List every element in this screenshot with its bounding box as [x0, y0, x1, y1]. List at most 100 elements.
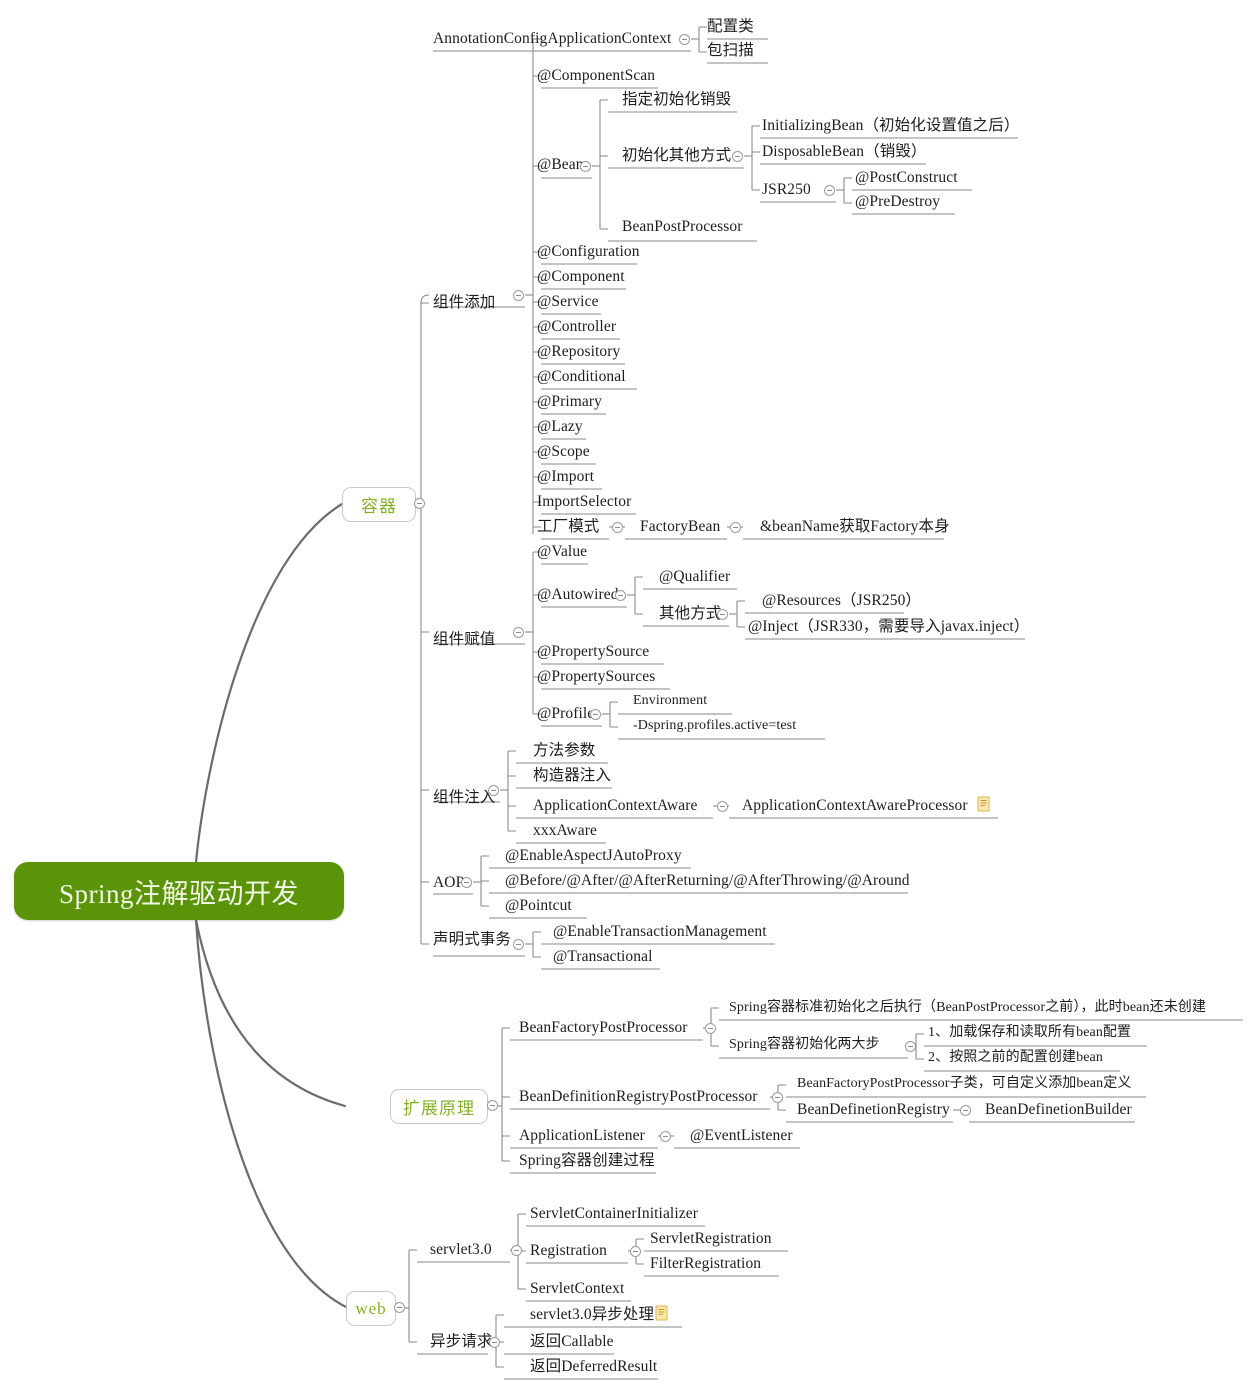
topic-step-2[interactable]: 2、按照之前的配置创建bean: [928, 1051, 1103, 1065]
topic-method-param[interactable]: 方法参数: [533, 743, 595, 759]
topic-enable-transaction-management[interactable]: @EnableTransactionManagement: [553, 924, 767, 940]
toggle-component-add[interactable]: [513, 290, 524, 301]
branch-node-extension[interactable]: 扩展原理: [390, 1089, 488, 1124]
toggle-bean[interactable]: [580, 161, 591, 172]
toggle-container-init-two-steps[interactable]: [905, 1041, 916, 1052]
topic-servlet3-async-handling[interactable]: servlet3.0异步处理: [530, 1307, 654, 1323]
topic-component-inject[interactable]: 组件注入: [433, 790, 495, 806]
topic-pointcut[interactable]: @Pointcut: [505, 898, 572, 914]
topic-postconstruct[interactable]: @PostConstruct: [855, 170, 958, 186]
topic-initializing-bean[interactable]: InitializingBean（初始化设置值之后）: [762, 118, 1019, 134]
topic-xxx-aware[interactable]: xxxAware: [533, 823, 597, 839]
topic-predestroy[interactable]: @PreDestroy: [855, 194, 940, 210]
toggle-container[interactable]: [414, 498, 425, 509]
topic-spring-container-create-process[interactable]: Spring容器创建过程: [519, 1153, 655, 1169]
toggle-bdrpp[interactable]: [772, 1092, 783, 1103]
topic-autowired[interactable]: @Autowired: [537, 587, 619, 603]
toggle-web[interactable]: [394, 1302, 405, 1313]
topic-bean-factory-post-processor[interactable]: BeanFactoryPostProcessor: [519, 1020, 688, 1036]
topic-jsr250[interactable]: JSR250: [762, 182, 811, 198]
toggle-servlet3[interactable]: [511, 1245, 522, 1256]
branch-node-web[interactable]: web: [346, 1291, 396, 1326]
topic-other-ways[interactable]: 其他方式: [659, 606, 721, 622]
topic-property-sources[interactable]: @PropertySources: [537, 669, 655, 685]
toggle-component-inject[interactable]: [488, 785, 499, 796]
topic-transactional[interactable]: @Transactional: [553, 949, 652, 965]
toggle-async-request[interactable]: [489, 1337, 500, 1348]
root-node[interactable]: Spring注解驱动开发: [14, 862, 344, 920]
topic-component[interactable]: @Component: [537, 269, 625, 285]
toggle-component-value[interactable]: [513, 627, 524, 638]
topic-package-scan[interactable]: 包扫描: [707, 43, 754, 59]
topic-primary[interactable]: @Primary: [537, 394, 602, 410]
topic-container-init-two-steps[interactable]: Spring容器初始化两大步: [729, 1038, 880, 1052]
topic-import-selector[interactable]: ImportSelector: [537, 494, 631, 510]
topic-registration[interactable]: Registration: [530, 1243, 607, 1259]
toggle-extension[interactable]: [487, 1100, 498, 1111]
topic-service[interactable]: @Service: [537, 294, 599, 310]
topic-environment[interactable]: Environment: [633, 694, 707, 708]
topic-application-context-aware[interactable]: ApplicationContextAware: [533, 798, 697, 814]
topic-lazy[interactable]: @Lazy: [537, 419, 583, 435]
topic-factory-bean[interactable]: FactoryBean: [640, 519, 720, 535]
toggle-annotation-config[interactable]: [679, 34, 690, 45]
toggle-profile[interactable]: [590, 709, 601, 720]
topic-bean-definition-registry-post-processor[interactable]: BeanDefinitionRegistryPostProcessor: [519, 1089, 758, 1105]
topic-inject-jsr330[interactable]: @Inject（JSR330，需要导入javax.inject）: [748, 619, 1029, 635]
topic-annotation-config-application-context[interactable]: AnnotationConfigApplicationContext: [433, 31, 671, 47]
topic-return-callable[interactable]: 返回Callable: [530, 1334, 614, 1350]
topic-dspring-profiles-active[interactable]: -Dspring.profiles.active=test: [633, 719, 796, 733]
topic-value[interactable]: @Value: [537, 544, 587, 560]
toggle-declarative-transaction[interactable]: [513, 939, 524, 950]
topic-scope[interactable]: @Scope: [537, 444, 590, 460]
toggle-init-other-ways[interactable]: [732, 151, 743, 162]
topic-bean-definition-builder[interactable]: BeanDefinetionBuilder: [985, 1102, 1132, 1118]
topic-declarative-transaction[interactable]: 声明式事务: [433, 932, 511, 948]
topic-return-deferred-result[interactable]: 返回DeferredResult: [530, 1359, 657, 1375]
toggle-other-ways[interactable]: [717, 609, 728, 620]
topic-bean[interactable]: @Bean: [537, 157, 584, 173]
topic-init-other-ways[interactable]: 初始化其他方式: [622, 148, 731, 164]
topic-controller[interactable]: @Controller: [537, 319, 616, 335]
branch-node-container[interactable]: 容器: [342, 487, 416, 522]
topic-servlet-container-initializer[interactable]: ServletContainerInitializer: [530, 1206, 698, 1222]
topic-bean-definition-registry[interactable]: BeanDefinetionRegistry: [797, 1102, 950, 1118]
toggle-factory-bean[interactable]: [730, 522, 741, 533]
topic-bfpp-description[interactable]: Spring容器标准初始化之后执行（BeanPostProcessor之前），此…: [729, 1001, 1206, 1015]
topic-configuration[interactable]: @Configuration: [537, 244, 640, 260]
topic-qualifier[interactable]: @Qualifier: [659, 569, 730, 585]
topic-filter-registration[interactable]: FilterRegistration: [650, 1256, 761, 1272]
topic-event-listener[interactable]: @EventListener: [690, 1128, 793, 1144]
topic-beanname-factory[interactable]: &beanName获取Factory本身: [760, 519, 950, 535]
toggle-autowired[interactable]: [615, 590, 626, 601]
toggle-bean-factory-post-processor[interactable]: [705, 1023, 716, 1034]
topic-component-add[interactable]: 组件添加: [433, 295, 495, 311]
topic-application-listener[interactable]: ApplicationListener: [519, 1128, 645, 1144]
note-icon-servlet3-async[interactable]: [655, 1305, 668, 1321]
topic-async-request[interactable]: 异步请求: [430, 1334, 492, 1350]
topic-resources-jsr250[interactable]: @Resources（JSR250）: [762, 593, 921, 609]
topic-config-class[interactable]: 配置类: [707, 19, 754, 35]
topic-constructor-inject[interactable]: 构造器注入: [533, 768, 611, 784]
topic-servlet3[interactable]: servlet3.0: [430, 1242, 492, 1258]
topic-step-1[interactable]: 1、加载保存和读取所有bean配置: [928, 1026, 1131, 1040]
topic-application-context-aware-processor[interactable]: ApplicationContextAwareProcessor: [742, 798, 968, 814]
toggle-bean-definition-registry[interactable]: [960, 1105, 971, 1116]
topic-component-scan[interactable]: @ComponentScan: [537, 68, 655, 84]
topic-factory-pattern[interactable]: 工厂模式: [537, 519, 599, 535]
topic-property-source[interactable]: @PropertySource: [537, 644, 649, 660]
topic-enable-aspectj-autoproxy[interactable]: @EnableAspectJAutoProxy: [505, 848, 682, 864]
toggle-factory-pattern[interactable]: [612, 522, 623, 533]
topic-component-value[interactable]: 组件赋值: [433, 632, 495, 648]
toggle-jsr250[interactable]: [824, 185, 835, 196]
topic-aop[interactable]: AOP: [433, 875, 464, 891]
topic-conditional[interactable]: @Conditional: [537, 369, 626, 385]
topic-init-destroy[interactable]: 指定初始化销毁: [622, 92, 731, 108]
topic-advice-annotations[interactable]: @Before/@After/@AfterReturning/@AfterThr…: [505, 873, 910, 889]
topic-servlet-registration[interactable]: ServletRegistration: [650, 1231, 772, 1247]
topic-disposable-bean[interactable]: DisposableBean（销毁）: [762, 144, 927, 160]
topic-bean-post-processor[interactable]: BeanPostProcessor: [622, 219, 743, 235]
toggle-application-listener[interactable]: [660, 1131, 671, 1142]
topic-profile[interactable]: @Profile: [537, 706, 594, 722]
topic-servlet-context[interactable]: ServletContext: [530, 1281, 624, 1297]
